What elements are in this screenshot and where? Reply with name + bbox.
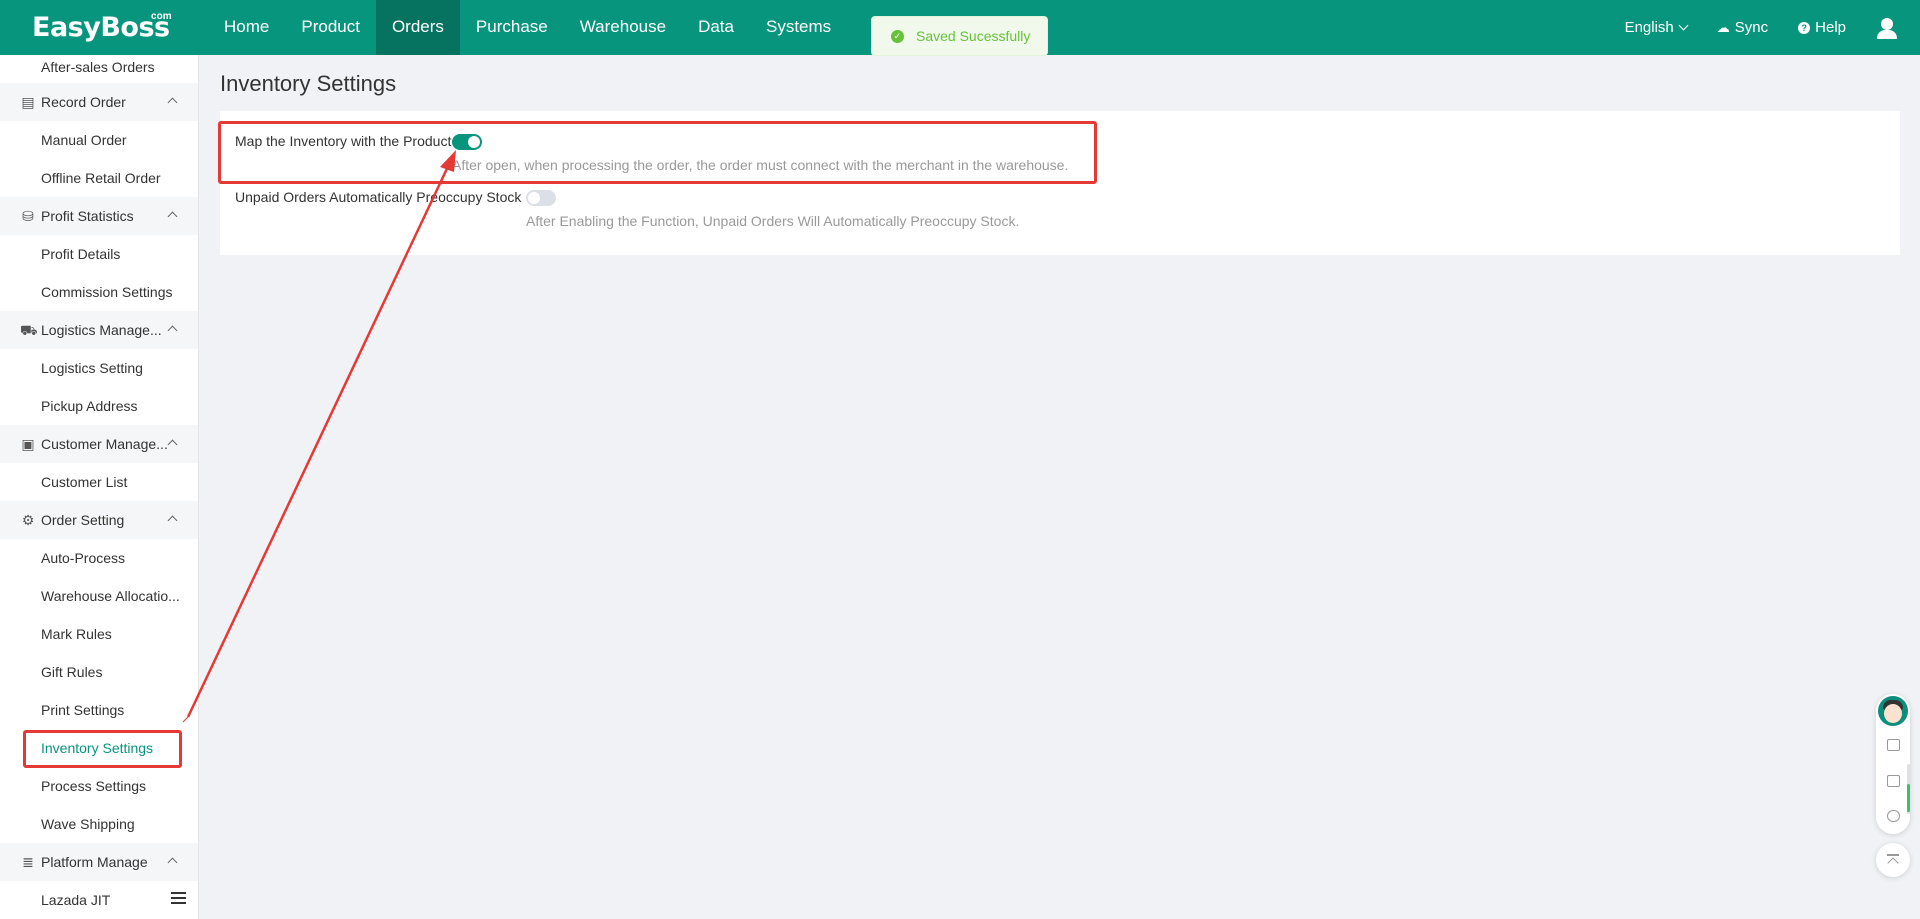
contact-card-icon: ▣ xyxy=(21,435,35,452)
main-nav: Home Product Orders Purchase Warehouse D… xyxy=(208,0,847,55)
language-selector[interactable]: English xyxy=(1624,19,1689,36)
success-toast: ✓ Saved Sucessfully xyxy=(871,16,1048,56)
sidebar-item-manual-order[interactable]: Manual Order xyxy=(41,130,127,150)
gear-document-icon: ⚙ xyxy=(21,511,35,528)
sync-button[interactable]: ☁ Sync xyxy=(1717,19,1768,36)
notebook-icon[interactable] xyxy=(1887,739,1900,751)
sidebar-group-label: Record Order xyxy=(41,94,126,110)
sidebar-group-record-order[interactable]: ▤ Record Order xyxy=(0,83,198,121)
help-label: Help xyxy=(1815,19,1846,36)
sidebar-item-warehouse-allocation[interactable]: Warehouse Allocatio... xyxy=(41,586,180,606)
back-to-top-icon xyxy=(1887,854,1899,856)
sidebar-group-label: Profit Statistics xyxy=(41,208,134,224)
brand-suffix: com xyxy=(151,11,172,22)
setting-desc-unpaid-preoccupy: After Enabling the Function, Unpaid Orde… xyxy=(526,213,1020,229)
chevron-down-icon xyxy=(1678,20,1689,31)
toggle-unpaid-preoccupy[interactable] xyxy=(526,190,556,206)
sidebar-item-print-settings[interactable]: Print Settings xyxy=(41,700,124,720)
sidebar-item-auto-process[interactable]: Auto-Process xyxy=(41,548,125,568)
collapse-menu-icon[interactable] xyxy=(171,892,186,905)
chevron-up-icon xyxy=(167,515,178,526)
highlight-box-sidebar xyxy=(23,730,182,768)
exchange-icon[interactable] xyxy=(1887,810,1900,822)
sidebar-group-customer-manage[interactable]: ▣ Customer Manage... xyxy=(0,425,198,463)
sidebar-group-label: Logistics Manage... xyxy=(41,322,162,338)
toast-message: Saved Sucessfully xyxy=(916,28,1031,44)
sidebar-item-mark-rules[interactable]: Mark Rules xyxy=(41,624,112,644)
cloud-upload-icon: ☁ xyxy=(1716,19,1730,35)
sidebar-item-wave-shipping[interactable]: Wave Shipping xyxy=(41,814,135,834)
platform-stack-icon: ≣ xyxy=(22,853,34,870)
sidebar-group-profit-statistics[interactable]: ⛁ Profit Statistics xyxy=(0,197,198,235)
nav-data[interactable]: Data xyxy=(682,0,750,55)
sidebar-item-offline-retail-order[interactable]: Offline Retail Order xyxy=(41,168,161,188)
question-icon: ? xyxy=(1798,21,1811,34)
sidebar-item-gift-rules[interactable]: Gift Rules xyxy=(41,662,102,682)
back-to-top-button[interactable] xyxy=(1876,843,1910,877)
sidebar-group-label: Platform Manage xyxy=(41,854,148,870)
user-icon[interactable] xyxy=(1876,17,1898,39)
sidebar-item-process-settings[interactable]: Process Settings xyxy=(41,776,146,796)
sidebar-item-lazada-jit[interactable]: Lazada JIT xyxy=(41,890,110,910)
setting-label-unpaid-preoccupy: Unpaid Orders Automatically Preoccupy St… xyxy=(235,189,522,205)
support-avatar-icon[interactable] xyxy=(1878,696,1908,726)
brand-name: EasyBoss xyxy=(32,12,170,43)
document-list-icon: ▤ xyxy=(21,93,35,110)
chat-icon[interactable] xyxy=(1887,775,1900,787)
highlight-box-setting xyxy=(218,121,1097,184)
nav-product[interactable]: Product xyxy=(285,0,376,55)
nav-systems[interactable]: Systems xyxy=(750,0,847,55)
nav-warehouse[interactable]: Warehouse xyxy=(564,0,682,55)
language-label: English xyxy=(1624,19,1674,36)
help-button[interactable]: ? Help xyxy=(1798,19,1846,36)
sidebar-item-pickup-address[interactable]: Pickup Address xyxy=(41,396,138,416)
sidebar-group-logistics-manage[interactable]: ⛟ Logistics Manage... xyxy=(0,311,198,349)
sidebar-item-customer-list[interactable]: Customer List xyxy=(41,472,127,492)
sidebar-group-order-setting[interactable]: ⚙ Order Setting xyxy=(0,501,198,539)
chevron-up-icon xyxy=(167,325,178,336)
sidebar-item-logistics-setting[interactable]: Logistics Setting xyxy=(41,358,143,378)
nav-orders[interactable]: Orders xyxy=(375,0,460,55)
chevron-up-icon xyxy=(167,857,178,868)
coins-icon: ⛁ xyxy=(22,207,34,224)
floating-scrollbar[interactable] xyxy=(1907,764,1910,814)
floating-tools xyxy=(1876,694,1910,834)
sync-label: Sync xyxy=(1734,19,1769,36)
chevron-up-icon xyxy=(167,211,178,222)
sidebar-item-profit-details[interactable]: Profit Details xyxy=(41,244,120,264)
sidebar-group-label: Order Setting xyxy=(41,512,125,528)
sidebar-group-platform-manage[interactable]: ≣ Platform Manage xyxy=(0,843,198,881)
page-title: Inventory Settings xyxy=(220,71,397,96)
nav-purchase[interactable]: Purchase xyxy=(460,0,564,55)
sidebar-item-after-sales-orders[interactable]: After-sales Orders xyxy=(41,57,155,77)
check-circle-icon: ✓ xyxy=(891,29,904,43)
sidebar-group-label: Customer Manage... xyxy=(41,436,168,452)
sidebar: After-sales Orders ▤ Record Order Manual… xyxy=(0,55,199,919)
header-actions: English ☁ Sync ? Help xyxy=(1625,0,1920,55)
brand-logo[interactable]: EasyBoss com xyxy=(32,10,172,46)
chevron-up-icon xyxy=(167,439,178,450)
chevron-up-icon xyxy=(167,97,178,108)
nav-home[interactable]: Home xyxy=(208,0,285,55)
truck-check-icon: ⛟ xyxy=(20,321,38,338)
sidebar-item-commission-settings[interactable]: Commission Settings xyxy=(41,282,173,302)
